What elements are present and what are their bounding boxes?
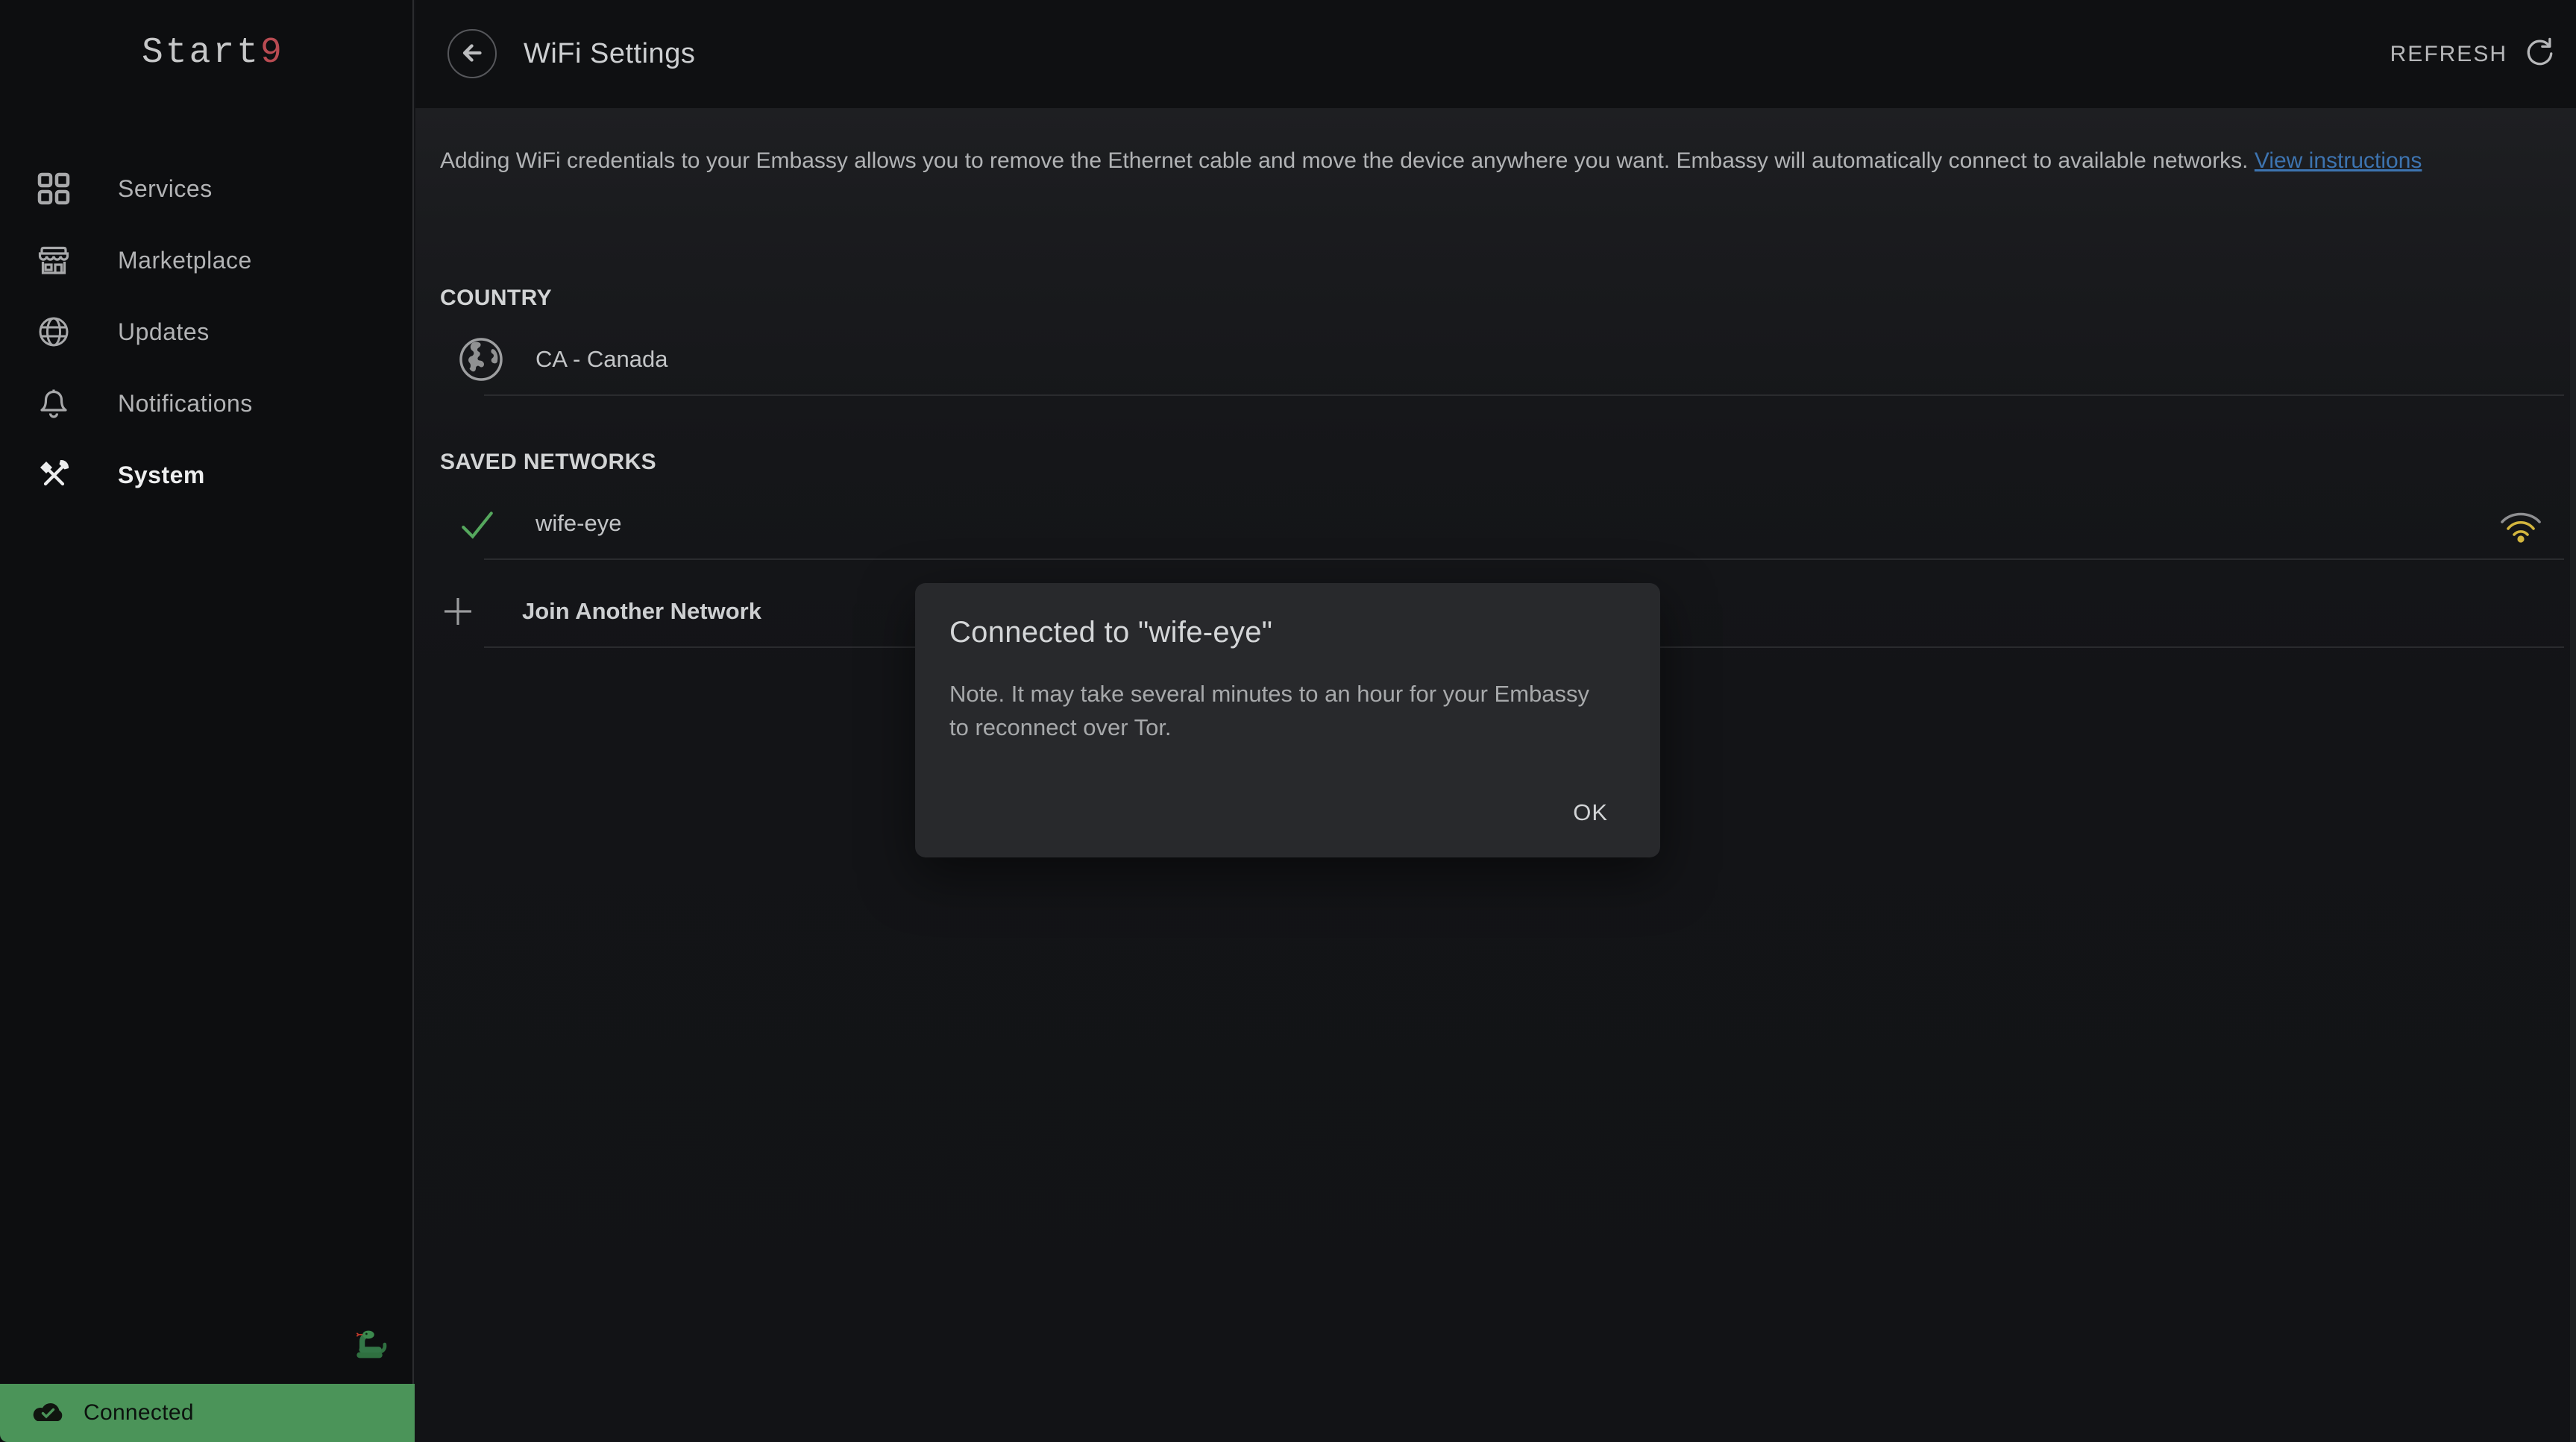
sidebar-item-label: Notifications [118, 390, 253, 418]
sidebar-item-label: Services [118, 175, 213, 203]
network-name: wife-eye [535, 488, 621, 558]
bell-icon [36, 385, 72, 421]
refresh-label: REFRESH [2390, 42, 2507, 67]
sidebar-item-notifications[interactable]: Notifications [0, 368, 412, 439]
wifi-signal-icon [2496, 506, 2545, 544]
view-instructions-link[interactable]: View instructions [2255, 148, 2422, 173]
globe-icon [36, 314, 72, 350]
tools-icon [36, 457, 72, 493]
sidebar-nav: Services Marketplace Updates Notificatio… [0, 153, 412, 511]
ok-button[interactable]: OK [1562, 792, 1618, 834]
divider [484, 558, 2564, 560]
network-row-wife-eye[interactable]: wife-eye [415, 488, 2564, 560]
cloud-check-icon [30, 1400, 67, 1426]
saved-networks-section-header: SAVED NETWORKS [440, 450, 656, 475]
country-row[interactable]: CA - Canada [415, 324, 2564, 396]
intro-description: Adding WiFi credentials to your Embassy … [440, 148, 2255, 173]
status-badge: Connected [84, 1400, 194, 1426]
sidebar-item-system[interactable]: System [0, 439, 412, 511]
logo-accent: 9 [260, 33, 284, 73]
back-button[interactable] [447, 29, 497, 78]
arrow-left-icon [458, 39, 486, 69]
logo-text: Start [142, 33, 260, 73]
connection-status-bar: Connected [0, 1384, 415, 1442]
plus-icon [442, 595, 474, 632]
refresh-button[interactable]: REFRESH [2390, 0, 2555, 108]
start9-logo: Start9 [142, 33, 284, 73]
earth-icon [456, 335, 506, 388]
refresh-icon [2524, 37, 2555, 72]
sidebar-item-label: Marketplace [118, 247, 252, 274]
intro-text: Adding WiFi credentials to your Embassy … [440, 144, 2460, 178]
country-section-header: COUNTRY [440, 286, 552, 311]
join-network-label: Join Another Network [522, 576, 761, 646]
sidebar: Start9 Services Marketplace Updates Noti… [0, 0, 414, 1442]
page-title: WiFi Settings [524, 0, 695, 108]
checkmark-icon [459, 509, 496, 544]
scrollbar[interactable] [2570, 108, 2576, 1442]
divider [484, 394, 2564, 396]
grid-icon [36, 171, 72, 207]
dialog-title: Connected to "wife-eye" [949, 616, 1272, 649]
snake-icon [351, 1324, 388, 1361]
sidebar-item-label: Updates [118, 318, 210, 346]
storefront-icon [36, 242, 72, 278]
sidebar-item-marketplace[interactable]: Marketplace [0, 224, 412, 296]
sidebar-item-services[interactable]: Services [0, 153, 412, 224]
country-value: CA - Canada [535, 324, 668, 394]
dialog-message: Note. It may take several minutes to an … [949, 677, 1614, 744]
connected-dialog: Connected to "wife-eye" Note. It may tak… [915, 583, 1660, 857]
sidebar-item-updates[interactable]: Updates [0, 296, 412, 368]
toolbar: WiFi Settings REFRESH [415, 0, 2576, 108]
sidebar-item-label: System [118, 462, 205, 489]
